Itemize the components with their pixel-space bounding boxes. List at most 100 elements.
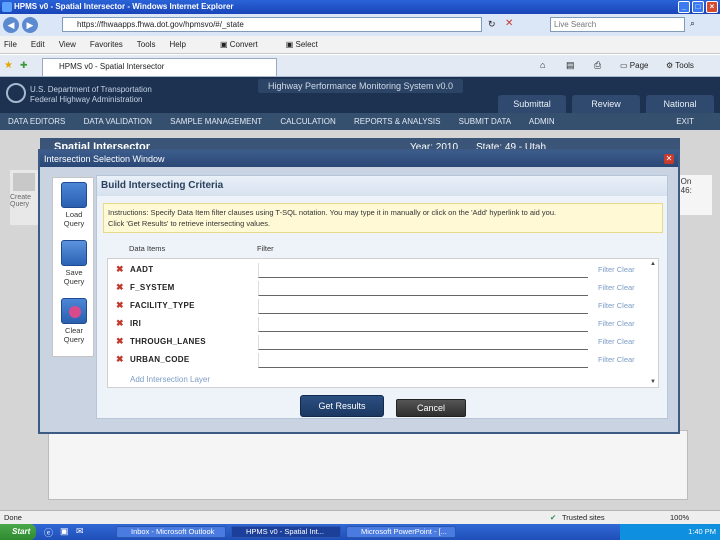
select-label: Select (295, 40, 318, 49)
nav-data-editors[interactable]: DATA EDITORS (8, 117, 65, 126)
list-item: ✖ IRI Filter Clear (108, 315, 648, 333)
quicklaunch-outlook-icon[interactable]: ✉ (76, 526, 84, 537)
column-headers: Data Items Filter (129, 244, 429, 254)
convert-button[interactable]: ▣ Convert (220, 40, 272, 49)
close-window-button[interactable]: × (706, 1, 718, 13)
modal-close-icon[interactable]: ✕ (664, 154, 674, 164)
stop-icon[interactable]: ✕ (505, 18, 513, 29)
delete-icon[interactable]: ✖ (116, 319, 124, 328)
url-input[interactable]: https://fhwaapps.fhwa.dot.gov/hpmsvo/#/_… (62, 17, 482, 32)
list-item: ✖ AADT Filter Clear (108, 261, 648, 279)
favorites-star-icon[interactable]: ★ (4, 60, 13, 71)
task-powerpoint[interactable]: Microsoft PowerPoint - [... (346, 526, 456, 538)
menu-favorites[interactable]: Favorites (90, 40, 123, 49)
nav-data-validation[interactable]: DATA VALIDATION (84, 117, 152, 126)
filter-clear-links[interactable]: Filter Clear (598, 265, 635, 274)
nav-admin[interactable]: ADMIN (529, 117, 555, 126)
menu-view[interactable]: View (59, 40, 76, 49)
tab-submittal[interactable]: Submittal (498, 95, 566, 113)
add-favorite-icon[interactable]: ✚ (20, 60, 28, 71)
add-intersection-layer-link[interactable]: Add Intersection Layer (130, 375, 210, 384)
tab-national[interactable]: National (646, 95, 714, 113)
filter-clear-links[interactable]: Filter Clear (598, 301, 635, 310)
col-data-items: Data Items (129, 244, 166, 253)
window-title-bar: HPMS v0 - Spatial Intersector - Windows … (0, 0, 720, 14)
filter-clear-links[interactable]: Filter Clear (598, 283, 635, 292)
delete-icon[interactable]: ✖ (116, 355, 124, 364)
left-label-query: Query (10, 201, 30, 208)
create-query-icon[interactable] (13, 173, 35, 191)
cancel-button[interactable]: Cancel (396, 399, 466, 417)
filter-clear-links[interactable]: Filter Clear (598, 355, 635, 364)
item-name: F_SYSTEM (130, 283, 175, 292)
print-icon[interactable]: ⎙ (594, 60, 601, 71)
save-query-button[interactable]: Save Query (57, 240, 91, 286)
tab-bar: ★ ✚ HPMS v0 - Spatial Intersector ⌂ ▤ ⎙ … (0, 55, 720, 77)
task-hpms[interactable]: HPMS v0 - Spatial Int... (231, 526, 341, 538)
search-icon[interactable]: ⌕ (690, 18, 695, 29)
select-button[interactable]: ▣ Select (286, 40, 332, 49)
page-left-panel: Create Query (10, 170, 40, 225)
get-results-button[interactable]: Get Results (300, 395, 384, 417)
back-arrow-icon[interactable]: ◀ (3, 17, 19, 33)
home-icon[interactable]: ⌂ (540, 60, 545, 70)
quicklaunch-desktop-icon[interactable]: ▣ (60, 526, 69, 537)
load-query-label: Load Query (63, 210, 85, 228)
scroll-up-icon[interactable]: ▲ (650, 261, 656, 267)
feeds-icon[interactable]: ▤ (566, 60, 575, 71)
filter-clear-links[interactable]: Filter Clear (598, 337, 635, 346)
menu-file[interactable]: File (4, 40, 17, 49)
delete-icon[interactable]: ✖ (116, 265, 124, 274)
menu-bar: File Edit View Favorites Tools Help ▣ Co… (0, 36, 720, 54)
minimize-button[interactable]: _ (678, 1, 690, 13)
nav-sample-management[interactable]: SAMPLE MANAGEMENT (170, 117, 262, 126)
instructions-box: Instructions: Specify Data Item filter c… (103, 203, 663, 233)
list-item: ✖ F_SYSTEM Filter Clear (108, 279, 648, 297)
scroll-down-icon[interactable]: ▼ (650, 379, 656, 385)
zoom-level[interactable]: 100% (670, 511, 689, 524)
tab-review[interactable]: Review (572, 95, 640, 113)
page-menu-label: Page (629, 61, 649, 70)
search-input[interactable]: Live Search (550, 17, 685, 32)
intersection-selection-window: Intersection Selection Window ✕ Load Que… (38, 149, 680, 434)
agency-line-1: U.S. Department of Transportation (30, 85, 152, 94)
menu-edit[interactable]: Edit (31, 40, 45, 49)
maximize-button[interactable]: □ (692, 1, 704, 13)
system-name: Highway Performance Monitoring System v0… (258, 79, 463, 93)
browser-tab[interactable]: HPMS v0 - Spatial Intersector (42, 58, 277, 76)
task-outlook[interactable]: Inbox - Microsoft Outlook (116, 526, 226, 538)
filter-input[interactable] (258, 353, 588, 368)
nav-calculation[interactable]: CALCULATION (280, 117, 335, 126)
item-name: IRI (130, 319, 142, 328)
filter-input[interactable] (258, 263, 588, 278)
nav-exit[interactable]: EXIT (676, 113, 694, 130)
filter-clear-links[interactable]: Filter Clear (598, 319, 635, 328)
nav-reports-analysis[interactable]: REPORTS & ANALYSIS (354, 117, 440, 126)
filter-input[interactable] (258, 335, 588, 350)
hpms-nav-bar: DATA EDITORS DATA VALIDATION SAMPLE MANA… (0, 113, 720, 130)
delete-icon[interactable]: ✖ (116, 337, 124, 346)
filter-input[interactable] (258, 281, 588, 296)
list-scrollbar[interactable]: ▲ ▼ (650, 261, 656, 385)
filter-input[interactable] (258, 299, 588, 314)
clear-query-button[interactable]: Clear Query (57, 298, 91, 344)
menu-tools[interactable]: Tools (137, 40, 156, 49)
filter-input[interactable] (258, 317, 588, 332)
system-tray: 1:40 PM (620, 524, 720, 540)
quicklaunch-ie-icon[interactable]: ⓔ (44, 526, 53, 539)
nav-submit-data[interactable]: SUBMIT DATA (459, 117, 511, 126)
tools-menu[interactable]: ⚙ Tools (666, 61, 694, 70)
delete-icon[interactable]: ✖ (116, 301, 124, 310)
page-menu[interactable]: ▭ Page (620, 61, 648, 70)
status-bar: Done ✔ Trusted sites 100% (0, 510, 720, 524)
instructions-line-2: Click 'Get Results' to retrieve intersec… (108, 219, 271, 228)
clear-icon (61, 298, 87, 324)
delete-icon[interactable]: ✖ (116, 283, 124, 292)
load-query-button[interactable]: Load Query (57, 182, 91, 228)
security-zone: Trusted sites (562, 513, 605, 522)
start-button[interactable]: Start (0, 524, 36, 540)
forward-arrow-icon[interactable]: ▶ (22, 17, 38, 33)
query-sidebar: Load Query Save Query Clear Query (52, 177, 94, 357)
menu-help[interactable]: Help (169, 40, 185, 49)
refresh-icon[interactable]: ↻ (488, 19, 496, 30)
